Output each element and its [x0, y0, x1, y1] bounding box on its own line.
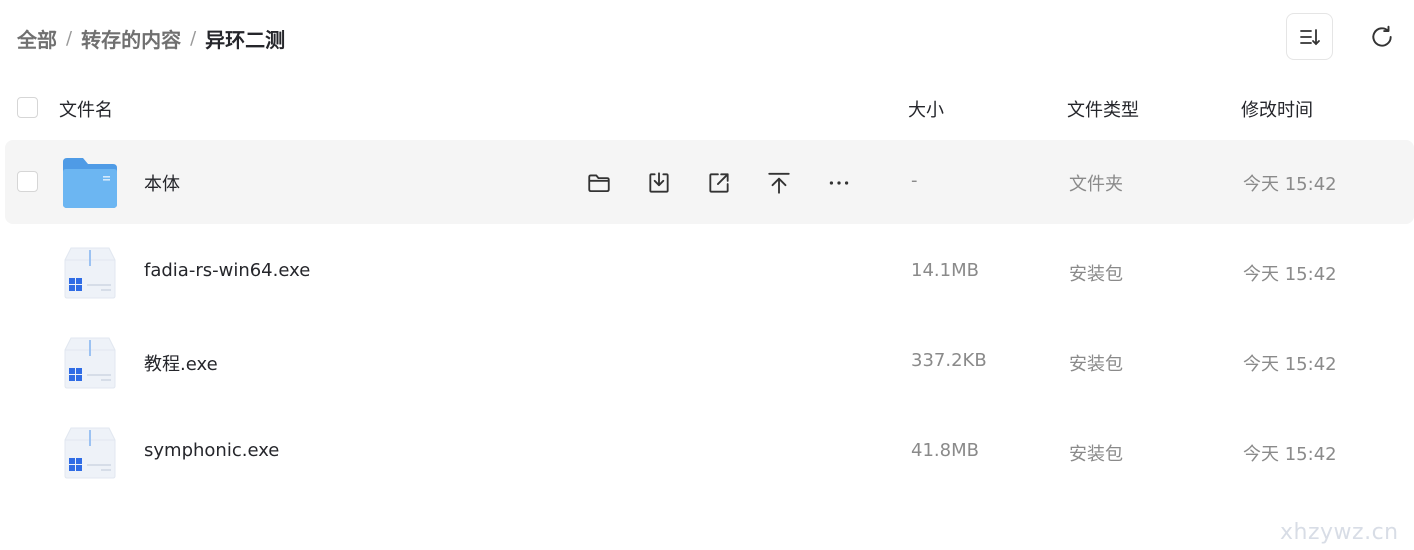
- breadcrumb-item-saved[interactable]: 转存的内容: [81, 24, 181, 53]
- file-size: -: [911, 170, 918, 191]
- file-size: 14.1MB: [911, 260, 979, 281]
- select-all-checkbox[interactable]: [17, 97, 38, 118]
- breadcrumb: 全部 / 转存的内容 / 异环二测: [17, 24, 285, 53]
- file-name[interactable]: 教程.exe: [144, 350, 218, 376]
- breadcrumb-item-all[interactable]: 全部: [17, 24, 57, 53]
- table-row[interactable]: fadia-rs-win64.exe 14.1MB 安装包 今天 15:42: [5, 230, 1414, 314]
- column-name-header[interactable]: 文件名: [59, 96, 113, 122]
- open-folder-button[interactable]: [583, 167, 615, 199]
- download-button[interactable]: [643, 167, 675, 199]
- row-checkbox[interactable]: [17, 171, 38, 192]
- refresh-button[interactable]: [1358, 13, 1405, 60]
- row-actions: [583, 167, 883, 199]
- file-type: 安装包: [1069, 264, 1123, 285]
- folder-icon: [63, 158, 117, 208]
- share-icon: [709, 173, 729, 193]
- file-mtime: 今天 15:42: [1243, 264, 1337, 285]
- installer-icon: [64, 427, 116, 479]
- watermark: xhzywz.cn: [1280, 520, 1399, 545]
- share-button[interactable]: [703, 167, 735, 199]
- download-icon: [649, 172, 669, 193]
- sort-button[interactable]: [1286, 13, 1333, 60]
- table-header: 文件名 大小 文件类型 修改时间: [0, 80, 1414, 136]
- folder-open-icon: [588, 174, 610, 193]
- file-type: 安装包: [1069, 444, 1123, 465]
- refresh-icon: [1371, 25, 1392, 47]
- move-to-top-icon: [768, 172, 790, 194]
- file-size: 41.8MB: [911, 440, 979, 461]
- header: 全部 / 转存的内容 / 异环二测: [0, 0, 1414, 74]
- file-name[interactable]: 本体: [144, 170, 180, 196]
- file-mtime: 今天 15:42: [1243, 444, 1337, 465]
- move-to-top-button[interactable]: [763, 167, 795, 199]
- file-size: 337.2KB: [911, 350, 987, 371]
- sort-list-icon: [1299, 28, 1320, 45]
- breadcrumb-separator: /: [190, 28, 197, 49]
- table-row[interactable]: 教程.exe 337.2KB 安装包 今天 15:42: [5, 320, 1414, 404]
- file-mtime: 今天 15:42: [1243, 354, 1337, 375]
- breadcrumb-separator: /: [66, 28, 73, 49]
- more-icon: [829, 181, 849, 185]
- column-type-header[interactable]: 文件类型: [1067, 96, 1139, 122]
- breadcrumb-item-current: 异环二测: [205, 28, 286, 52]
- file-name[interactable]: fadia-rs-win64.exe: [144, 260, 310, 281]
- file-type: 文件夹: [1069, 174, 1123, 195]
- file-mtime: 今天 15:42: [1243, 174, 1337, 195]
- column-mtime-header[interactable]: 修改时间: [1241, 96, 1313, 122]
- table-row[interactable]: symphonic.exe 41.8MB 安装包 今天 15:42: [5, 410, 1414, 494]
- installer-icon: [64, 337, 116, 389]
- installer-icon: [64, 247, 116, 299]
- column-size-header[interactable]: 大小: [908, 96, 944, 122]
- table-row[interactable]: 本体 - 文件夹 今天 15:42: [5, 140, 1414, 224]
- file-name[interactable]: symphonic.exe: [144, 440, 279, 461]
- file-type: 安装包: [1069, 354, 1123, 375]
- more-button[interactable]: [823, 167, 855, 199]
